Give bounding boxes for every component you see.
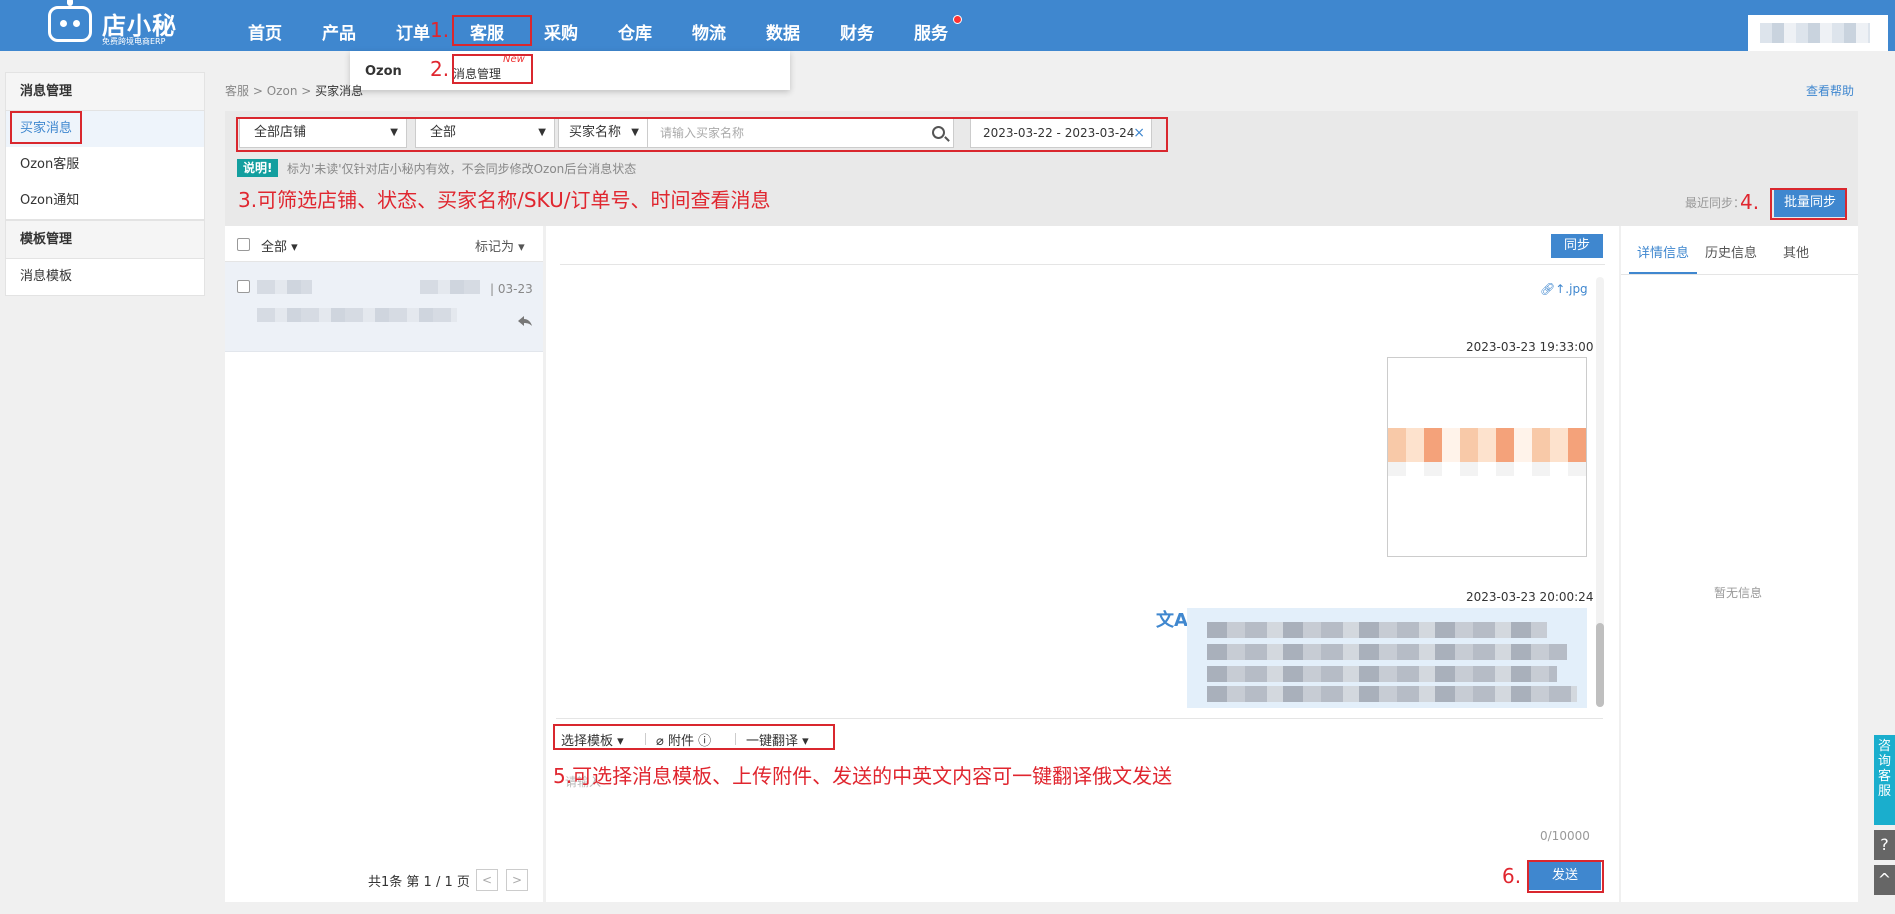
- annotation-6: 6.: [1502, 864, 1522, 888]
- robot-icon: [48, 6, 92, 42]
- nav-services[interactable]: 服务: [914, 19, 948, 44]
- breadcrumb-sep: >: [301, 84, 312, 98]
- sidebar-group-templates: 模板管理 消息模板: [5, 220, 205, 296]
- notification-dot: [953, 15, 962, 24]
- sidebar-group-messages: 消息管理 买家消息 Ozon客服 Ozon通知: [5, 72, 205, 220]
- help-float-button[interactable]: ?: [1874, 830, 1895, 860]
- divider: [560, 264, 1605, 265]
- select-all-label: 全部: [261, 240, 288, 255]
- annotation-box-5: [553, 724, 835, 750]
- user-name-redacted: [1760, 23, 1870, 43]
- conversation-panel: 同步: [546, 226, 1619, 902]
- tab-details[interactable]: 详情信息: [1637, 242, 1689, 261]
- active-tab-indicator: [1629, 272, 1697, 274]
- logo[interactable]: 店小秘 免费跨境电商ERP: [48, 0, 178, 46]
- nav-finance[interactable]: 财务: [840, 19, 874, 44]
- nav-purchase[interactable]: 采购: [544, 19, 578, 44]
- back-to-top-button[interactable]: ^: [1874, 865, 1895, 895]
- translate-icon[interactable]: 文A: [1156, 606, 1188, 632]
- empty-state: 暂无信息: [1714, 586, 1763, 600]
- divider: [556, 718, 1603, 719]
- attachment-filename: ↑.jpg: [1555, 282, 1588, 296]
- annotation-box-4: [1770, 188, 1847, 220]
- reply-icon[interactable]: [518, 316, 532, 326]
- list-item[interactable]: | 03-23: [225, 262, 543, 352]
- mark-as-label: 标记为: [475, 240, 515, 255]
- nav-warehouse[interactable]: 仓库: [618, 19, 652, 44]
- last-sync-label: 最近同步：: [1685, 196, 1746, 210]
- paperclip-icon: 🔗︎: [1540, 282, 1556, 296]
- message-preview-redacted: [257, 308, 457, 322]
- message-scrollbar[interactable]: [1596, 277, 1604, 707]
- user-account[interactable]: [1748, 15, 1888, 51]
- sidebar-group-title: 消息管理: [6, 73, 204, 111]
- message-text-redacted: [1207, 686, 1577, 702]
- list-header: 全部 ▾ 标记为 ▾: [225, 226, 543, 262]
- message-date: | 03-23: [490, 282, 533, 296]
- annotation-box-2: [452, 54, 533, 84]
- sidebar-item-ozon-notice[interactable]: Ozon通知: [6, 183, 204, 219]
- note-text: 标为'未读'仅针对店小秘内有效，不会同步修改Ozon后台消息状态: [287, 162, 637, 176]
- breadcrumb: 客服 > Ozon > 买家消息: [225, 82, 363, 99]
- breadcrumb-level2[interactable]: Ozon: [267, 84, 298, 98]
- breadcrumb-sep: >: [252, 84, 263, 98]
- sidebar-item-message-templates[interactable]: 消息模板: [6, 259, 204, 295]
- image-content-redacted: [1388, 462, 1586, 476]
- annotation-box-1: [452, 15, 532, 46]
- dropdown-platform-ozon[interactable]: Ozon: [365, 64, 402, 79]
- pagination-info: 共1条 第 1 / 1 页: [368, 875, 470, 890]
- prev-page-button[interactable]: <: [476, 869, 498, 891]
- nav-logistics[interactable]: 物流: [692, 19, 726, 44]
- annotation-box-sidebar: [10, 111, 82, 144]
- select-all-dropdown[interactable]: 全部 ▾: [261, 236, 298, 255]
- tab-other[interactable]: 其他: [1783, 242, 1809, 261]
- message-time: 2023-03-23 19:33:00: [1466, 340, 1594, 354]
- annotation-box-3: [236, 117, 1168, 152]
- sync-button[interactable]: 同步: [1551, 234, 1603, 258]
- message-list: 全部 ▾ 标记为 ▾ | 03-23 共1条 第 1 / 1 页 < >: [225, 226, 543, 902]
- top-nav: 店小秘 免费跨境电商ERP 首页 产品 订单 客服 采购 仓库 物流 数据 财务…: [0, 0, 1895, 51]
- sidebar-item-ozon-service[interactable]: Ozon客服: [6, 147, 204, 183]
- row-checkbox[interactable]: [237, 280, 250, 293]
- char-counter: 0/10000: [1540, 829, 1590, 843]
- breadcrumb-current: 买家消息: [315, 84, 364, 98]
- select-all-checkbox[interactable]: [237, 238, 250, 251]
- customer-service-float[interactable]: 咨询客服: [1874, 735, 1895, 825]
- message-text-redacted: [1207, 644, 1567, 660]
- buyer-name-redacted: [257, 280, 312, 294]
- mark-as-dropdown[interactable]: 标记为 ▾: [475, 236, 525, 255]
- attachment-link[interactable]: 🔗︎↑.jpg: [1540, 282, 1588, 296]
- message-bubble: [1187, 608, 1587, 708]
- scrollbar-thumb[interactable]: [1596, 623, 1604, 707]
- nav-home[interactable]: 首页: [248, 19, 282, 44]
- help-link[interactable]: 查看帮助: [1806, 82, 1854, 99]
- nav-orders[interactable]: 订单: [396, 19, 430, 44]
- detail-panel: 详情信息 历史信息 其他 暂无信息: [1621, 226, 1858, 902]
- annotation-box-6: [1527, 860, 1604, 893]
- sidebar: 消息管理 买家消息 Ozon客服 Ozon通知 模板管理 消息模板: [5, 72, 205, 296]
- breadcrumb-level1[interactable]: 客服: [225, 84, 249, 98]
- message-time: 2023-03-23 20:00:24: [1466, 590, 1594, 604]
- message-text-redacted: [1207, 622, 1547, 638]
- note-badge: 说明!: [237, 159, 279, 177]
- annotation-5: 5.可选择消息模板、上传附件、发送的中英文内容可一键翻译俄文发送: [553, 764, 1173, 788]
- next-page-button[interactable]: >: [506, 869, 528, 891]
- annotation-1: 1.: [430, 18, 450, 42]
- image-content-redacted: [1388, 428, 1586, 462]
- tab-history[interactable]: 历史信息: [1705, 242, 1757, 261]
- order-id-redacted: [420, 280, 480, 294]
- nav-products[interactable]: 产品: [322, 19, 356, 44]
- annotation-4: 4.: [1740, 190, 1760, 214]
- sidebar-group-title: 模板管理: [6, 221, 204, 259]
- annotation-3: 3.可筛选店铺、状态、买家名称/SKU/订单号、时间查看消息: [238, 188, 771, 212]
- annotation-2: 2.: [430, 57, 450, 81]
- message-text-redacted: [1207, 666, 1557, 682]
- divider: [1621, 274, 1858, 275]
- logo-subtitle: 免费跨境电商ERP: [102, 37, 166, 46]
- service-dropdown: Ozon 消息管理 New: [350, 51, 790, 90]
- message-image[interactable]: [1387, 357, 1587, 557]
- nav-data[interactable]: 数据: [766, 19, 800, 44]
